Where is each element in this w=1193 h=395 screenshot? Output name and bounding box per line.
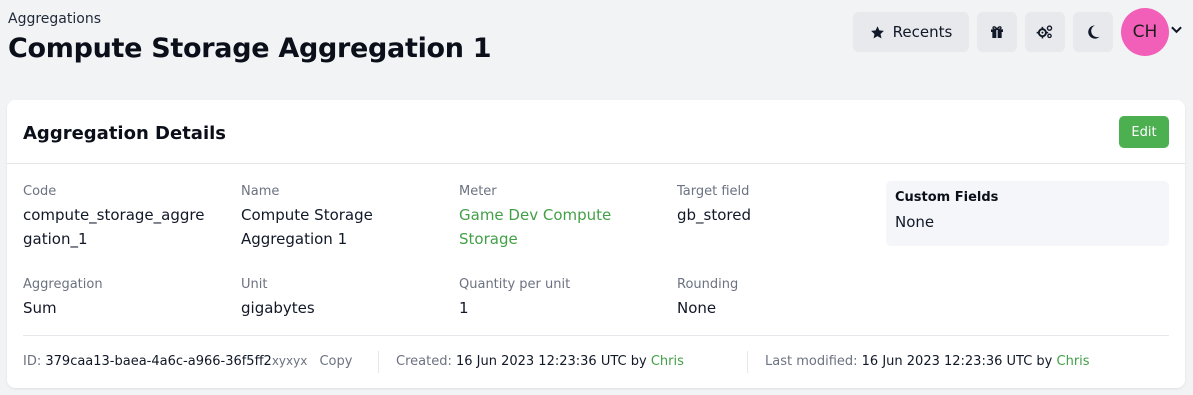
moon-icon [1085, 24, 1101, 40]
modified-by-link[interactable]: Chris [1057, 354, 1090, 369]
custom-fields-panel: Custom Fields None [886, 181, 1169, 246]
field-value: compute_storage_aggre gation_1 [23, 203, 223, 251]
chevron-down-icon[interactable] [1171, 26, 1182, 34]
created-info: Created: 16 Jun 2023 12:23:36 UTC by Chr… [396, 354, 684, 369]
avatar-initials: CH [1132, 22, 1158, 42]
field-rounding: Rounding None [677, 276, 877, 320]
id-suffix: xyxyx [271, 354, 308, 368]
field-label: Unit [241, 277, 268, 292]
name-line-1: Compute Storage [241, 206, 373, 224]
id-label: ID: [23, 354, 42, 369]
theme-toggle-button[interactable] [1073, 12, 1113, 52]
created-value: 16 Jun 2023 12:23:36 UTC by [455, 354, 647, 369]
field-unit: Unit gigabytes [241, 276, 441, 320]
custom-fields-value: None [895, 213, 935, 231]
code-line-2: gation_1 [23, 230, 88, 248]
gift-button[interactable] [977, 12, 1017, 52]
field-name: Name Compute Storage Aggregation 1 [241, 183, 441, 251]
card-header: Aggregation Details Edit [7, 100, 1185, 164]
field-label: Name [241, 184, 280, 199]
field-target-field: Target field gb_stored [677, 183, 877, 227]
copy-id-button[interactable]: Copy [319, 354, 352, 369]
modified-value: 16 Jun 2023 12:23:36 UTC by [861, 354, 1053, 369]
name-line-2: Aggregation 1 [241, 230, 348, 248]
custom-fields-title: Custom Fields [895, 190, 999, 205]
avatar[interactable]: CH [1121, 8, 1169, 56]
card-title: Aggregation Details [23, 123, 226, 144]
recents-button[interactable]: Recents [853, 12, 969, 52]
id-info: ID: 379caa13-baea-4a6c-a966-36f5ff2xyxyx… [23, 354, 352, 369]
field-value: None [677, 299, 717, 317]
star-icon [870, 25, 885, 40]
edit-button[interactable]: Edit [1119, 116, 1169, 148]
divider [23, 335, 1169, 336]
field-aggregation: Aggregation Sum [23, 276, 223, 320]
field-label: Quantity per unit [459, 277, 571, 292]
field-value: 1 [459, 299, 469, 317]
meter-link[interactable]: Game Dev Compute Storage [459, 203, 659, 251]
field-label: Aggregation [23, 277, 103, 292]
page-header: Aggregations Compute Storage Aggregation… [0, 0, 1193, 100]
field-label: Target field [677, 184, 750, 199]
field-value: Sum [23, 299, 57, 317]
gift-icon [989, 24, 1005, 40]
field-label: Meter [459, 184, 497, 199]
recents-label: Recents [892, 23, 953, 41]
field-value: Compute Storage Aggregation 1 [241, 203, 441, 251]
settings-button[interactable] [1025, 12, 1065, 52]
modified-label: Last modified: [765, 354, 858, 369]
id-value: 379caa13-baea-4a6c-a966-36f5ff2 [45, 354, 272, 369]
page-title: Compute Storage Aggregation 1 [8, 33, 492, 64]
field-value: gb_stored [677, 206, 752, 224]
field-quantity-per-unit: Quantity per unit 1 [459, 276, 659, 320]
meter-line-2: Storage [459, 230, 518, 248]
created-label: Created: [396, 354, 452, 369]
footer-separator [747, 351, 748, 373]
footer-separator [378, 351, 379, 373]
field-label: Code [23, 184, 57, 199]
field-code: Code compute_storage_aggre gation_1 [23, 183, 223, 251]
field-label: Rounding [677, 277, 739, 292]
code-line-1: compute_storage_aggre [23, 206, 205, 224]
modified-info: Last modified: 16 Jun 2023 12:23:36 UTC … [765, 354, 1090, 369]
meter-line-1: Game Dev Compute [459, 206, 612, 224]
field-value: gigabytes [241, 299, 315, 317]
field-meter: Meter Game Dev Compute Storage [459, 183, 659, 251]
breadcrumb[interactable]: Aggregations [8, 11, 101, 27]
aggregation-details-card: Aggregation Details Edit Code compute_st… [7, 100, 1185, 388]
cogs-icon [1036, 24, 1054, 40]
created-by-link[interactable]: Chris [651, 354, 684, 369]
